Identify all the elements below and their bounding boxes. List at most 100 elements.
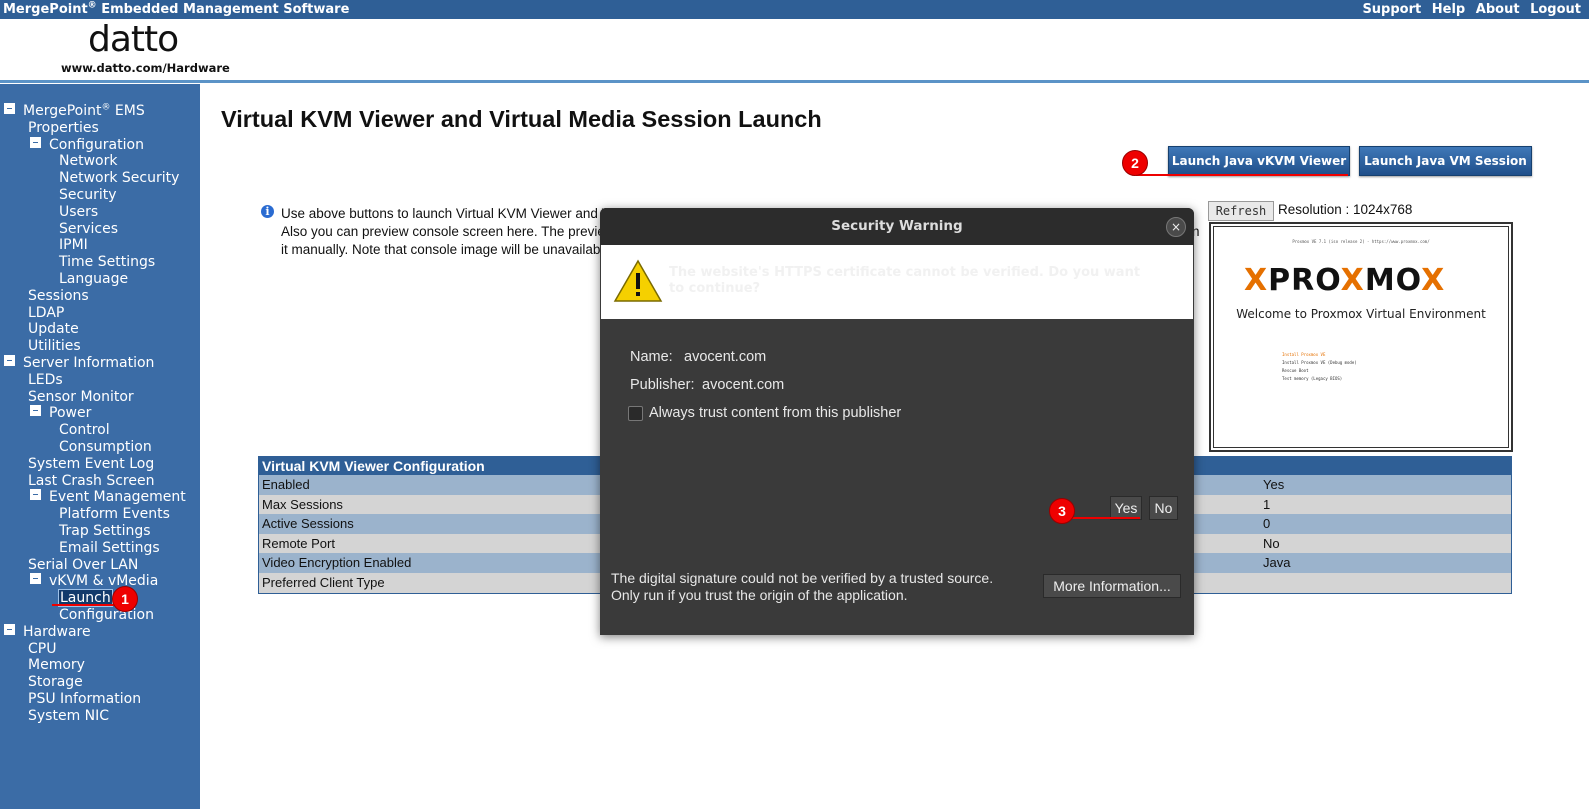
proxmox-logo: XPROXMOX — [1244, 263, 1446, 298]
sidebar-nav: MergePoint® EMS Properties Configuration Ne… — [0, 84, 200, 809]
sidebar-item-label: PSU Information — [28, 691, 142, 707]
info-icon: i — [261, 205, 274, 218]
sidebar-item-label: IPMI — [59, 237, 88, 254]
sidebar-item-update[interactable]: Update — [28, 321, 79, 338]
console-preview[interactable]: Proxmox VE 7.1 (iso release 2) - https:/… — [1209, 222, 1513, 452]
sidebar-item-hardware[interactable]: Hardware — [4, 623, 91, 641]
sidebar-item-sensor-monitor[interactable]: Sensor Monitor — [28, 389, 134, 406]
always-trust-label[interactable]: Always trust content from this publisher — [649, 405, 901, 421]
help-link[interactable]: Help — [1432, 2, 1465, 17]
sidebar-item-network[interactable]: Network — [59, 153, 117, 170]
marker-1: 1 — [112, 586, 138, 612]
sidebar-item-label: Trap Settings — [59, 523, 151, 539]
sidebar-item-last-crash-screen[interactable]: Last Crash Screen — [28, 473, 154, 490]
sidebar-item-control[interactable]: Control — [59, 422, 110, 439]
sidebar-item-label: MergePoint — [23, 103, 102, 119]
sidebar-item-language[interactable]: Language — [59, 271, 128, 288]
collapse-toggle-icon[interactable] — [4, 355, 15, 366]
sidebar-item-email-settings[interactable]: Email Settings — [59, 540, 160, 557]
sidebar-item-server-information[interactable]: Server Information — [4, 355, 154, 372]
sidebar-item-label: Configuration — [49, 136, 144, 153]
collapse-toggle-icon[interactable] — [30, 489, 41, 501]
sidebar-item-label: System Event Log — [28, 455, 155, 472]
signature-line-1: The digital signature could not be verif… — [611, 570, 994, 586]
sidebar-item-label: Sessions — [28, 287, 89, 304]
refresh-button[interactable]: Refresh — [1208, 201, 1274, 221]
sidebar-item-label: Serial Over LAN — [28, 556, 139, 573]
launch-vm-button[interactable]: Launch Java VM Session — [1359, 146, 1532, 176]
boot-menu-item: Rescue Boot — [1282, 368, 1309, 373]
sidebar-item-event-management[interactable]: Event Management — [30, 489, 186, 506]
sidebar-item-configuration[interactable]: Configuration — [30, 136, 144, 154]
preview-boot-menu: Install Proxmox VE Install Proxmox VE (D… — [1282, 351, 1357, 383]
sidebar-item-label: Platform Events — [59, 506, 170, 523]
signature-line-2: Only run if you trust the origin of the … — [611, 587, 908, 603]
sidebar-item-label: Last Crash Screen — [28, 472, 155, 489]
sidebar-item-system-nic[interactable]: System NIC — [28, 708, 109, 725]
sidebar-item-properties[interactable]: Properties — [28, 120, 99, 137]
datto-logo: datto — [88, 19, 179, 60]
sidebar-item-label: Storage — [28, 674, 83, 691]
about-link[interactable]: About — [1476, 2, 1520, 17]
sidebar-item-ldap[interactable]: LDAP — [28, 305, 64, 322]
sidebar-item-ipmi[interactable]: IPMI — [59, 237, 88, 254]
sidebar-item-serial-over-lan[interactable]: Serial Over LAN — [28, 557, 138, 574]
sidebar-item-vkvm-vmedia[interactable]: vKVM & vMedia — [30, 573, 158, 590]
support-link[interactable]: Support — [1362, 2, 1421, 17]
logout-link[interactable]: Logout — [1530, 2, 1581, 17]
sidebar-item-sessions[interactable]: Sessions — [28, 288, 89, 305]
launch-kvm-button[interactable]: Launch Java vKVM Viewer — [1168, 146, 1350, 176]
sidebar-item-configuration[interactable]: Configuration — [59, 607, 154, 624]
sidebar-item-label: Properties — [28, 119, 99, 136]
warning-message: The website's HTTPS certificate cannot b… — [669, 265, 1141, 296]
sidebar-item-label: Utilities — [28, 338, 81, 355]
marker-3: 3 — [1049, 498, 1075, 524]
collapse-toggle-icon[interactable] — [4, 103, 15, 114]
collapse-toggle-icon[interactable] — [30, 573, 41, 585]
sidebar-item-storage[interactable]: Storage — [28, 674, 83, 691]
sidebar-item-mergepoint[interactable]: MergePoint® EMS — [4, 103, 145, 120]
sidebar-item-label: LDAP — [28, 304, 65, 321]
sidebar-item-consumption[interactable]: Consumption — [59, 439, 152, 456]
top-links: Support Help About Logout — [1356, 0, 1581, 19]
sidebar-item-label: Security — [59, 187, 117, 203]
no-button[interactable]: No — [1149, 496, 1178, 520]
marker-underline-3 — [1062, 517, 1140, 519]
page-title: Virtual KVM Viewer and Virtual Media Ses… — [221, 106, 822, 132]
sidebar-item-memory[interactable]: Memory — [28, 657, 85, 674]
warning-icon — [613, 259, 663, 302]
boot-menu-item: Test memory (Legacy BIOS) — [1282, 376, 1343, 381]
preview-top-text: Proxmox VE 7.1 (iso release 2) - https:/… — [1292, 239, 1430, 244]
sidebar-item-services[interactable]: Services — [59, 221, 118, 238]
sidebar-item-cpu[interactable]: CPU — [28, 641, 56, 658]
top-bar: MergePoint® Embedded Management Software… — [0, 0, 1589, 19]
sidebar-item-power[interactable]: Power — [30, 405, 91, 422]
sidebar-item-time-settings[interactable]: Time Settings — [59, 254, 155, 271]
signature-text: The digital signature could not be verif… — [611, 570, 993, 604]
sidebar-item-label: Language — [59, 271, 129, 287]
close-icon[interactable]: × — [1166, 217, 1186, 237]
collapse-toggle-icon[interactable] — [30, 136, 41, 148]
sidebar-item-label: vKVM & vMedia — [49, 573, 159, 590]
sidebar-item-leds[interactable]: LEDs — [28, 372, 63, 389]
sidebar-item-label: Configuration — [59, 607, 154, 623]
sidebar-item-network-security[interactable]: Network Security — [59, 170, 179, 187]
collapse-toggle-icon[interactable] — [4, 623, 15, 635]
collapse-toggle-icon[interactable] — [30, 405, 41, 417]
sidebar-item-utilities[interactable]: Utilities — [28, 338, 81, 355]
sidebar-item-label: CPU — [28, 640, 57, 657]
always-trust-checkbox[interactable] — [628, 406, 643, 421]
sidebar-item-label: Email Settings — [59, 539, 160, 556]
sidebar-item-trap-settings[interactable]: Trap Settings — [59, 523, 151, 540]
sidebar-item-label: Consumption — [59, 439, 152, 455]
more-info-button[interactable]: More Information... — [1043, 574, 1181, 598]
sidebar-item-system-event-log[interactable]: System Event Log — [28, 456, 154, 473]
sidebar-item-users[interactable]: Users — [59, 204, 98, 221]
sidebar-item-label: System NIC — [28, 707, 110, 724]
sidebar-item-psu-information[interactable]: PSU Information — [28, 691, 141, 708]
sidebar-item-label: Sensor Monitor — [28, 388, 134, 405]
sidebar-item-security[interactable]: Security — [59, 187, 117, 204]
sidebar-item-platform-events[interactable]: Platform Events — [59, 506, 170, 523]
sidebar-item-label: Power — [49, 405, 92, 422]
sidebar-item-label: Event Management — [49, 489, 186, 506]
